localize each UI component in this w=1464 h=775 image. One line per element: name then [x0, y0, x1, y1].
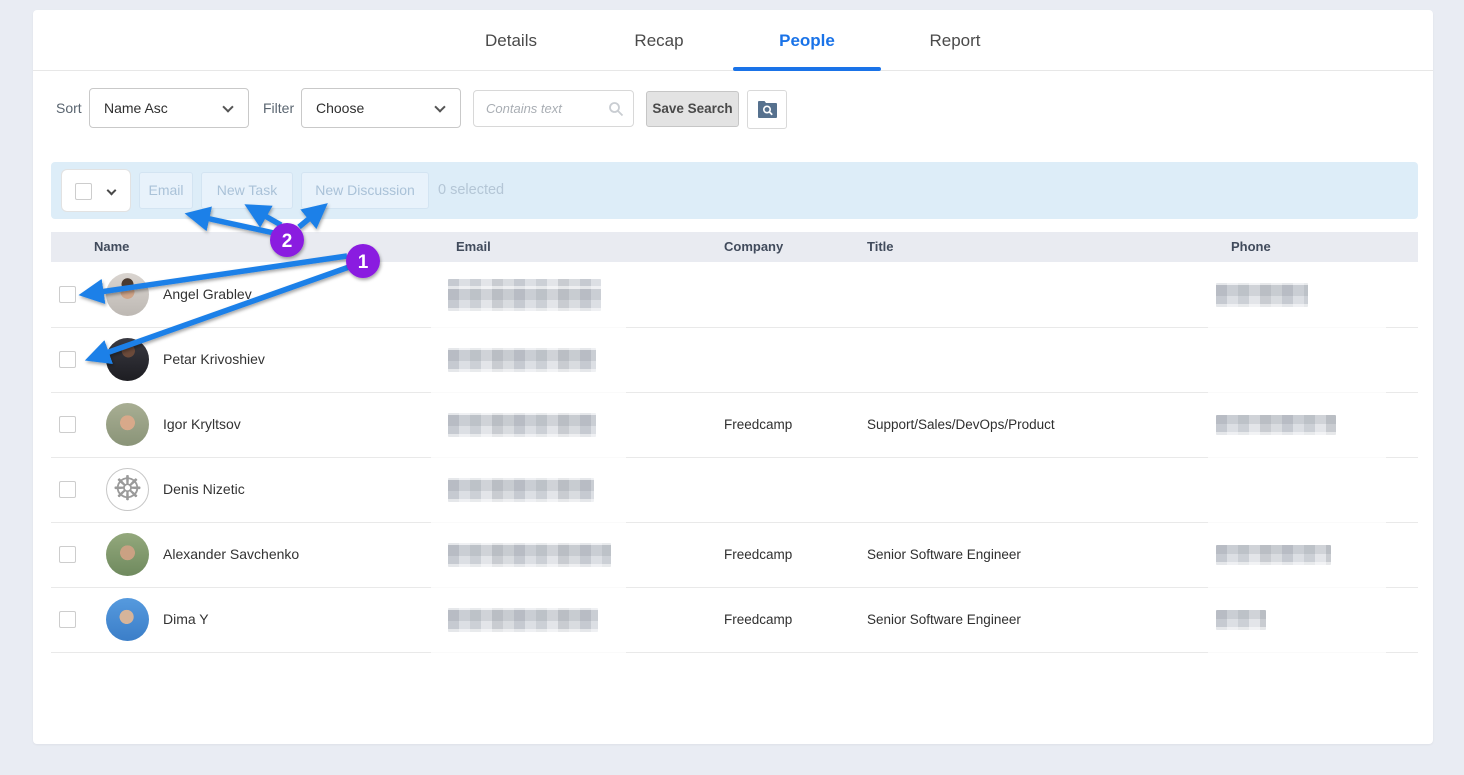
- table-row: Alexander Savchenko Freedcamp Senior Sof…: [51, 522, 1418, 587]
- person-name[interactable]: Alexander Savchenko: [163, 522, 299, 587]
- company-cell: Freedcamp: [724, 587, 792, 652]
- chevron-down-icon: [434, 101, 445, 112]
- avatar: [106, 598, 149, 641]
- company-cell: Freedcamp: [724, 392, 792, 457]
- tab-details-label: Details: [485, 31, 537, 50]
- active-tab-underline: [733, 67, 881, 71]
- avatar: [106, 533, 149, 576]
- avatar: [106, 338, 149, 381]
- contains-text-search: [473, 90, 634, 127]
- phone-redacted: [1216, 283, 1308, 307]
- save-search-button[interactable]: Save Search: [646, 91, 739, 127]
- filter-value: Choose: [316, 100, 364, 116]
- filter-dropdown[interactable]: Choose: [301, 88, 461, 128]
- phone-redacted: [1216, 545, 1331, 565]
- new-discussion-button[interactable]: New Discussion: [301, 172, 429, 209]
- header-phone[interactable]: Phone: [1231, 232, 1271, 262]
- title-cell: Senior Software Engineer: [867, 587, 1021, 652]
- row-checkbox[interactable]: [59, 351, 76, 368]
- person-name[interactable]: Denis Nizetic: [163, 457, 245, 522]
- phone-redacted: [1216, 610, 1266, 630]
- bulk-action-toolbar: Email New Task New Discussion 0 selected: [51, 162, 1418, 219]
- tab-people-label: People: [779, 31, 835, 50]
- email-redacted: [448, 348, 596, 372]
- filter-label: Filter: [263, 88, 294, 128]
- row-checkbox[interactable]: [59, 286, 76, 303]
- avatar: ☸: [106, 468, 149, 511]
- avatar-glyph: ☸: [112, 468, 142, 511]
- row-checkbox[interactable]: [59, 611, 76, 628]
- header-company[interactable]: Company: [724, 232, 783, 262]
- tab-report[interactable]: Report: [881, 10, 1029, 71]
- person-name[interactable]: Angel Grablev: [163, 262, 252, 327]
- select-all-checkbox[interactable]: [75, 183, 92, 200]
- avatar: [106, 273, 149, 316]
- table-row: Angel Grablev: [51, 262, 1418, 327]
- row-checkbox[interactable]: [59, 416, 76, 433]
- tab-recap[interactable]: Recap: [585, 10, 733, 71]
- header-name[interactable]: Name: [94, 232, 129, 262]
- avatar: [106, 403, 149, 446]
- people-panel: Details Recap People Report Sort Name As…: [33, 10, 1433, 744]
- search-icon: [608, 101, 624, 117]
- email-redacted: [448, 413, 596, 437]
- sort-label: Sort: [56, 88, 82, 128]
- email-redacted: [448, 608, 598, 632]
- row-checkbox[interactable]: [59, 481, 76, 498]
- selected-count: 0 selected: [438, 162, 504, 219]
- table-row: Igor Kryltsov Freedcamp Support/Sales/De…: [51, 392, 1418, 457]
- table-row: Petar Krivoshiev: [51, 327, 1418, 392]
- email-redacted: [448, 543, 611, 567]
- sort-value: Name Asc: [104, 100, 168, 116]
- chevron-down-icon: [107, 186, 117, 196]
- tab-bar: Details Recap People Report: [33, 10, 1433, 71]
- table-row: ☸ Denis Nizetic: [51, 457, 1418, 522]
- saved-search-folder-icon: [757, 100, 778, 119]
- person-name[interactable]: Igor Kryltsov: [163, 392, 241, 457]
- tab-people[interactable]: People: [733, 10, 881, 71]
- table-header: Name Email Company Title Phone: [51, 232, 1418, 262]
- tab-recap-label: Recap: [634, 31, 683, 50]
- email-redacted: [448, 279, 601, 311]
- saved-searches-button[interactable]: [747, 90, 787, 129]
- select-all-dropdown[interactable]: [61, 169, 131, 212]
- table-row: Dima Y Freedcamp Senior Software Enginee…: [51, 587, 1418, 652]
- chevron-down-icon: [222, 101, 233, 112]
- new-task-button[interactable]: New Task: [201, 172, 293, 209]
- email-button[interactable]: Email: [139, 172, 193, 209]
- header-title[interactable]: Title: [867, 232, 894, 262]
- title-cell: Support/Sales/DevOps/Product: [867, 392, 1055, 457]
- phone-redacted: [1216, 415, 1336, 435]
- company-cell: Freedcamp: [724, 522, 792, 587]
- row-checkbox[interactable]: [59, 546, 76, 563]
- tab-details[interactable]: Details: [437, 10, 585, 71]
- sort-dropdown[interactable]: Name Asc: [89, 88, 249, 128]
- header-email[interactable]: Email: [456, 232, 491, 262]
- title-cell: Senior Software Engineer: [867, 522, 1021, 587]
- tab-report-label: Report: [929, 31, 980, 50]
- person-name[interactable]: Petar Krivoshiev: [163, 327, 265, 392]
- person-name[interactable]: Dima Y: [163, 587, 209, 652]
- email-redacted: [448, 478, 594, 502]
